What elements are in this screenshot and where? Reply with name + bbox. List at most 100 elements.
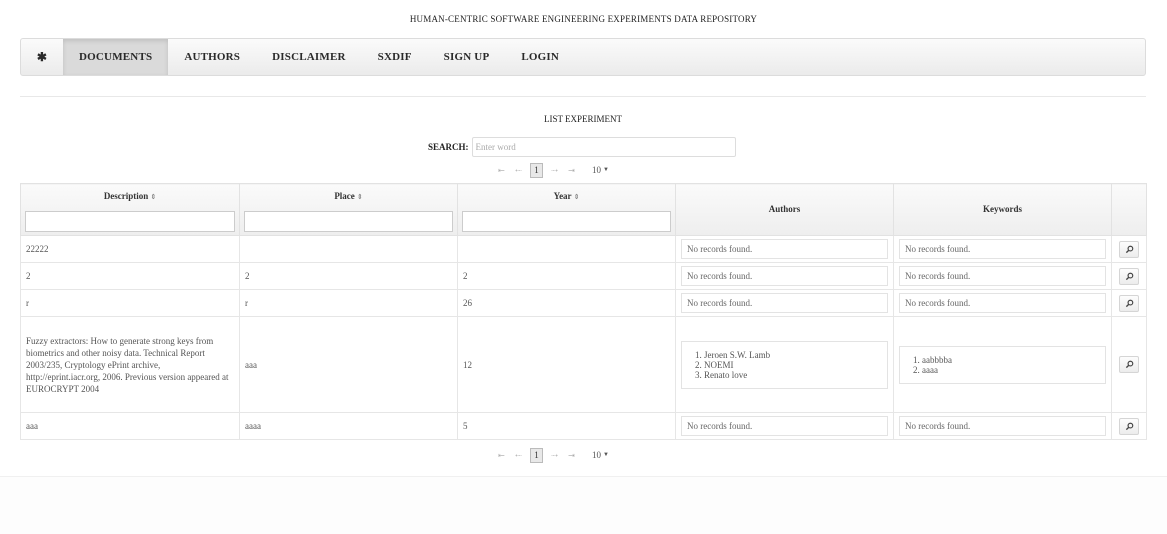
keywords-empty-message: No records found. (899, 239, 1106, 259)
keyword-item[interactable]: aabbbba (922, 355, 1099, 365)
cell-year: 26 (457, 289, 676, 317)
authors-empty-message: No records found. (681, 416, 888, 436)
last-page-button[interactable]: ⇥ (564, 163, 579, 178)
experiments-table: Description ⇕ Place ⇕ Year ⇕ Authors Keywor… (20, 183, 1147, 440)
rows-per-page-select[interactable]: 10 ▼ (592, 450, 609, 460)
cell-action (1111, 316, 1147, 413)
prev-page-button[interactable]: ⇠ (511, 448, 526, 463)
cell-description: Fuzzy extractors: How to generate strong… (20, 316, 240, 413)
column-header-place[interactable]: Place ⇕ (239, 183, 458, 236)
authors-list-box: Jeroen S.W. Lamb NOEMI Renato love (681, 340, 888, 389)
search-icon (1125, 422, 1133, 430)
sort-icon: ⇕ (356, 193, 363, 201)
nav-disclaimer[interactable]: DISCLAIMER (256, 39, 362, 75)
view-row-button[interactable] (1119, 240, 1139, 258)
search-label: SEARCH: (428, 142, 469, 152)
cell-keywords: No records found. (893, 262, 1112, 290)
view-row-button[interactable] (1119, 417, 1139, 435)
keywords-empty-message: No records found. (899, 416, 1106, 436)
nav-sxdif[interactable]: SXDIF (362, 39, 428, 75)
column-label-authors: Authors (768, 203, 801, 214)
chevron-down-icon: ▼ (603, 167, 609, 173)
cell-place: aaaa (239, 412, 458, 440)
keyword-item[interactable]: aaaa (922, 365, 1099, 375)
cell-authors: No records found. (675, 412, 894, 440)
sort-icon: ⇕ (150, 193, 157, 201)
keywords-list-box: aabbbba aaaa (899, 345, 1106, 384)
table-row: Fuzzy extractors: How to generate strong… (20, 316, 1147, 413)
column-header-keywords: Keywords (893, 183, 1112, 236)
cell-year: 12 (457, 316, 676, 413)
author-item[interactable]: Renato love (704, 370, 881, 380)
cell-keywords: aabbbba aaaa (893, 316, 1112, 413)
keywords-empty-message: No records found. (899, 266, 1106, 286)
cell-place: 2 (239, 262, 458, 290)
chevron-down-icon: ▼ (603, 452, 609, 458)
cell-place (239, 235, 458, 263)
keywords-list: aabbbba aaaa (908, 355, 1099, 375)
bottom-paginator: ⇤ ⇠ 1 ⇢ ⇥ 10 ▼ (493, 447, 609, 463)
cell-authors: Jeroen S.W. Lamb NOEMI Renato love (675, 316, 894, 413)
authors-empty-message: No records found. (681, 266, 888, 286)
cell-keywords: No records found. (893, 289, 1112, 317)
cell-year: 2 (457, 262, 676, 290)
rows-per-page-value: 10 (592, 450, 601, 460)
search-icon (1125, 299, 1133, 307)
column-label-description: Description (103, 191, 149, 201)
search-row: SEARCH: (428, 137, 736, 157)
author-item[interactable]: Jeroen S.W. Lamb (704, 350, 881, 360)
nav-login[interactable]: LOGIN (505, 39, 575, 75)
column-header-year[interactable]: Year ⇕ (457, 183, 676, 236)
table-header-row: Description ⇕ Place ⇕ Year ⇕ Authors Keywor… (20, 183, 1147, 236)
prev-page-button[interactable]: ⇠ (511, 163, 526, 178)
next-page-button[interactable]: ⇢ (547, 163, 562, 178)
table-row: r r 26 No records found. No records foun… (20, 289, 1147, 317)
column-header-description[interactable]: Description ⇕ (20, 183, 240, 236)
cell-authors: No records found. (675, 289, 894, 317)
place-filter-input[interactable] (244, 211, 453, 232)
view-row-button[interactable] (1119, 267, 1139, 285)
table-row: 22222 No records found. No records found… (20, 235, 1147, 263)
authors-empty-message: No records found. (681, 239, 888, 259)
view-row-button[interactable] (1119, 356, 1139, 373)
experiment-list-panel: LIST EXPERIMENT SEARCH: ⇤ ⇠ 1 ⇢ ⇥ 10 ▼ D… (20, 96, 1147, 476)
authors-list: Jeroen S.W. Lamb NOEMI Renato love (690, 350, 881, 380)
column-header-authors: Authors (675, 183, 894, 236)
description-filter-input[interactable] (25, 211, 235, 232)
top-paginator: ⇤ ⇠ 1 ⇢ ⇥ 10 ▼ (493, 162, 609, 178)
search-icon (1125, 245, 1133, 253)
last-page-button[interactable]: ⇥ (564, 448, 579, 463)
column-label-place: Place (334, 191, 355, 201)
site-title: HUMAN-CENTRIC SOFTWARE ENGINEERING EXPER… (409, 14, 758, 24)
author-item[interactable]: NOEMI (704, 360, 881, 370)
cell-place: r (239, 289, 458, 317)
page-1-button[interactable]: 1 (530, 447, 543, 463)
column-header-actions (1111, 183, 1147, 236)
keywords-empty-message: No records found. (899, 293, 1106, 313)
nav-documents[interactable]: DOCUMENTS (63, 39, 169, 75)
view-row-button[interactable] (1119, 294, 1139, 312)
cell-place: aaa (239, 316, 458, 413)
nav-authors[interactable]: AUTHORS (168, 39, 256, 75)
page-1-button[interactable]: 1 (530, 162, 543, 178)
sort-icon: ⇕ (573, 193, 580, 201)
cell-year (457, 235, 676, 263)
cell-authors: No records found. (675, 262, 894, 290)
first-page-button[interactable]: ⇤ (494, 163, 509, 178)
first-page-button[interactable]: ⇤ (494, 448, 509, 463)
cell-authors: No records found. (675, 235, 894, 263)
search-icon (1125, 272, 1133, 280)
cell-keywords: No records found. (893, 412, 1112, 440)
cell-year: 5 (457, 412, 676, 440)
cell-description: aaa (20, 412, 240, 440)
home-icon[interactable]: ✱ (21, 39, 63, 75)
page-footer (0, 476, 1167, 534)
nav-sign-up[interactable]: SIGN UP (428, 39, 506, 75)
list-title: LIST EXPERIMENT (543, 114, 623, 124)
search-input[interactable] (471, 137, 736, 157)
year-filter-input[interactable] (462, 211, 671, 232)
next-page-button[interactable]: ⇢ (547, 448, 562, 463)
rows-per-page-select[interactable]: 10 ▼ (592, 165, 609, 175)
column-label-year: Year (553, 191, 572, 201)
table-row: aaa aaaa 5 No records found. No records … (20, 412, 1147, 440)
